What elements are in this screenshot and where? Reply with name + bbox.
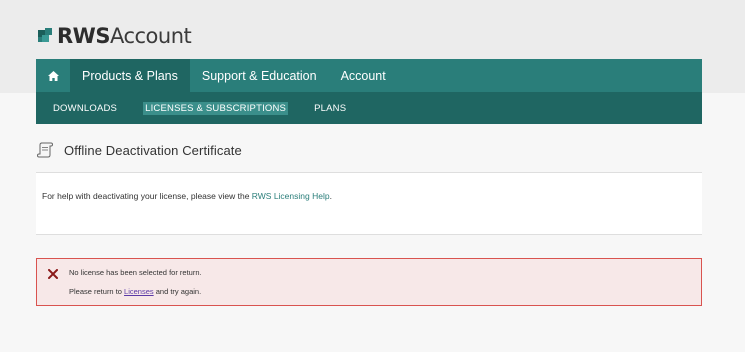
subnav-licenses-subscriptions[interactable]: LICENSES & SUBSCRIPTIONS xyxy=(143,101,289,115)
subnav-downloads[interactable]: DOWNLOADS xyxy=(51,102,119,115)
page-title-row: Offline Deactivation Certificate xyxy=(36,139,242,161)
nav-support-education[interactable]: Support & Education xyxy=(190,59,329,92)
error-alert: No license has been selected for return.… xyxy=(36,258,702,306)
rws-account-logo[interactable]: RWSAccount xyxy=(38,24,192,48)
logo-text: RWSAccount xyxy=(57,24,192,48)
error-x-icon xyxy=(48,269,58,279)
page-title: Offline Deactivation Certificate xyxy=(64,142,242,158)
error-instruction: Please return to Licenses and try again. xyxy=(69,287,202,296)
help-panel: For help with deactivating your license,… xyxy=(36,172,702,235)
nav-home-button[interactable] xyxy=(36,59,70,92)
rws-logo-icon xyxy=(38,28,52,42)
subnav-plans[interactable]: PLANS xyxy=(312,102,348,115)
nav-products-plans[interactable]: Products & Plans xyxy=(70,59,190,92)
nav-account[interactable]: Account xyxy=(329,59,398,92)
help-text: For help with deactivating your license,… xyxy=(42,191,332,201)
sub-nav: DOWNLOADS LICENSES & SUBSCRIPTIONS PLANS xyxy=(36,92,702,124)
licenses-link[interactable]: Licenses xyxy=(124,287,154,296)
home-icon xyxy=(47,70,59,81)
rws-licensing-help-link[interactable]: RWS Licensing Help xyxy=(252,191,330,201)
error-message: No license has been selected for return. xyxy=(69,268,202,277)
main-nav: Products & Plans Support & Education Acc… xyxy=(36,59,702,92)
certificate-icon xyxy=(36,142,54,158)
